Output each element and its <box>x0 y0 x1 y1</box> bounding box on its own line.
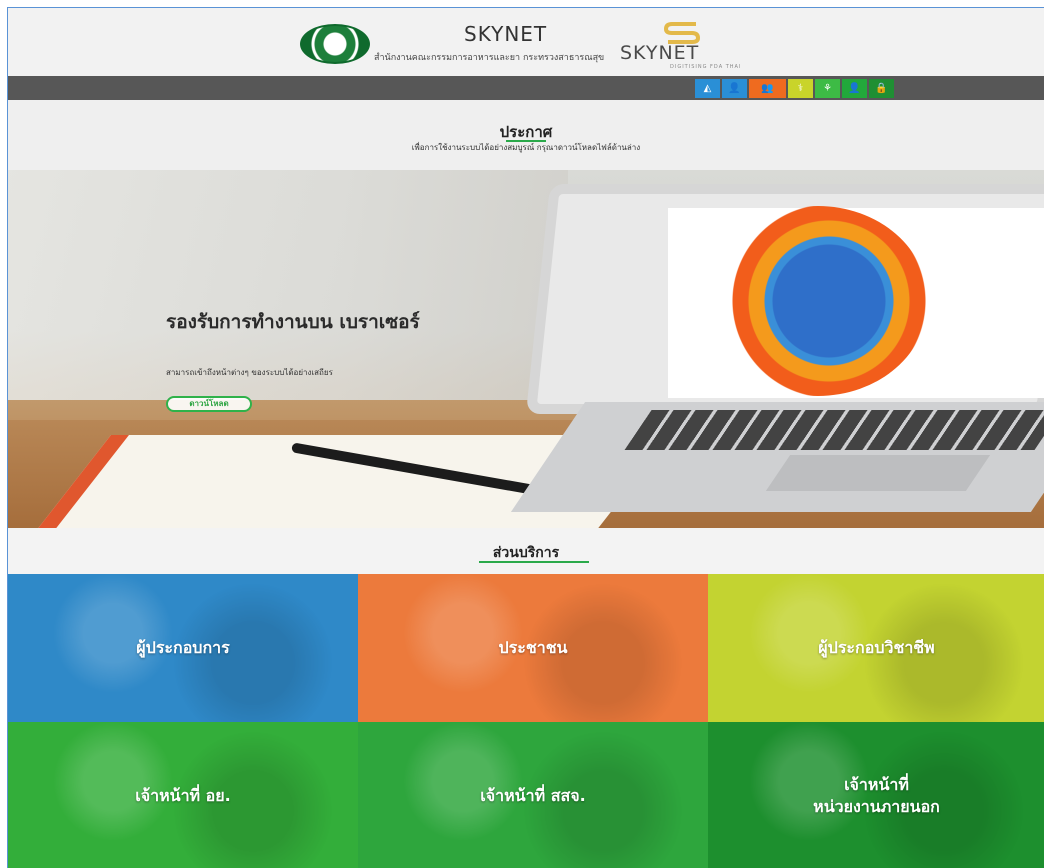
top-navbar: ◭ 👤 👥 ⚕ ⚘ 👤 🔒 <box>8 76 1044 100</box>
officer-icon[interactable]: 👤 <box>842 79 867 98</box>
services-title-underline <box>479 561 589 563</box>
service-tile-label: ผู้ประกอบวิชาชีพ <box>818 638 935 657</box>
laptop-trackpad <box>765 455 991 491</box>
firefox-logo-icon <box>708 206 928 396</box>
announcement-section: ประกาศ เพื่อการใช้งานระบบได้อย่างสมบูรณ์… <box>8 100 1044 170</box>
service-tile-external-agency[interactable]: เจ้าหน้าที่ หน่วยงานภายนอก <box>708 722 1044 868</box>
service-tile-professional[interactable]: ผู้ประกอบวิชาชีพ <box>708 574 1044 722</box>
service-tile-label: ประชาชน <box>498 638 568 657</box>
skynet-logo-tagline: DIGITISING FDA THAI <box>670 64 742 70</box>
caduceus-icon: ⚕ <box>330 35 340 54</box>
nav-icon-group: ◭ 👤 👥 ⚕ ⚘ 👤 🔒 <box>695 79 894 98</box>
logo-icon[interactable]: ◭ <box>695 79 720 98</box>
service-tile-label: เจ้าหน้าที่ สสจ. <box>480 786 586 805</box>
announcement-subtitle: เพื่อการใช้งานระบบได้อย่างสมบูรณ์ กรุณาด… <box>411 143 641 152</box>
services-header: ส่วนบริการ <box>8 528 1044 574</box>
signal-icon[interactable]: ⚘ <box>815 79 840 98</box>
hero-banner: รองรับการทำงานบน เบราเซอร์ สามารถเข้าถึง… <box>8 170 1044 528</box>
hero-subtitle: สามารถเข้าถึงหน้าต่างๆ ของระบบได้อย่างเส… <box>166 368 333 377</box>
service-tile-provincial-officer[interactable]: เจ้าหน้าที่ สสจ. <box>358 722 708 868</box>
service-tile-entrepreneur[interactable]: ผู้ประกอบการ <box>8 574 358 722</box>
hero-title: รองรับการทำงานบน เบราเซอร์ <box>166 311 420 333</box>
brand-subtitle: สำนักงานคณะกรรมการอาหารและยา กระทรวงสาธา… <box>374 53 605 63</box>
page-frame: ⚕ SKYNET สำนักงานคณะกรรมการอาหารและยา กร… <box>7 7 1044 868</box>
service-tile-fda-officer[interactable]: เจ้าหน้าที่ อย. <box>8 722 358 868</box>
professional-icon[interactable]: ⚕ <box>788 79 813 98</box>
service-tiles: ผู้ประกอบการ ประชาชน ผู้ประกอบวิชาชีพ เจ… <box>8 574 1044 868</box>
site-header: ⚕ SKYNET สำนักงานคณะกรรมการอาหารและยา กร… <box>8 8 1044 76</box>
brand-title: SKYNET <box>464 22 548 46</box>
person-icon[interactable]: 👤 <box>722 79 747 98</box>
ministry-seal-logo[interactable]: ⚕ <box>300 24 370 64</box>
service-tile-label: เจ้าหน้าที่ อย. <box>135 786 231 805</box>
service-tile-public[interactable]: ประชาชน <box>358 574 708 722</box>
service-tile-label: ผู้ประกอบการ <box>136 638 230 657</box>
skynet-logo-word: SKYNET <box>620 42 700 64</box>
keyboard-keys <box>624 410 1044 450</box>
group-icon[interactable]: 👥 <box>749 79 786 98</box>
lock-icon[interactable]: 🔒 <box>869 79 894 98</box>
service-tile-label: เจ้าหน้าที่ หน่วยงานภายนอก <box>813 775 940 816</box>
download-button[interactable]: ดาวน์โหลด <box>166 396 252 412</box>
